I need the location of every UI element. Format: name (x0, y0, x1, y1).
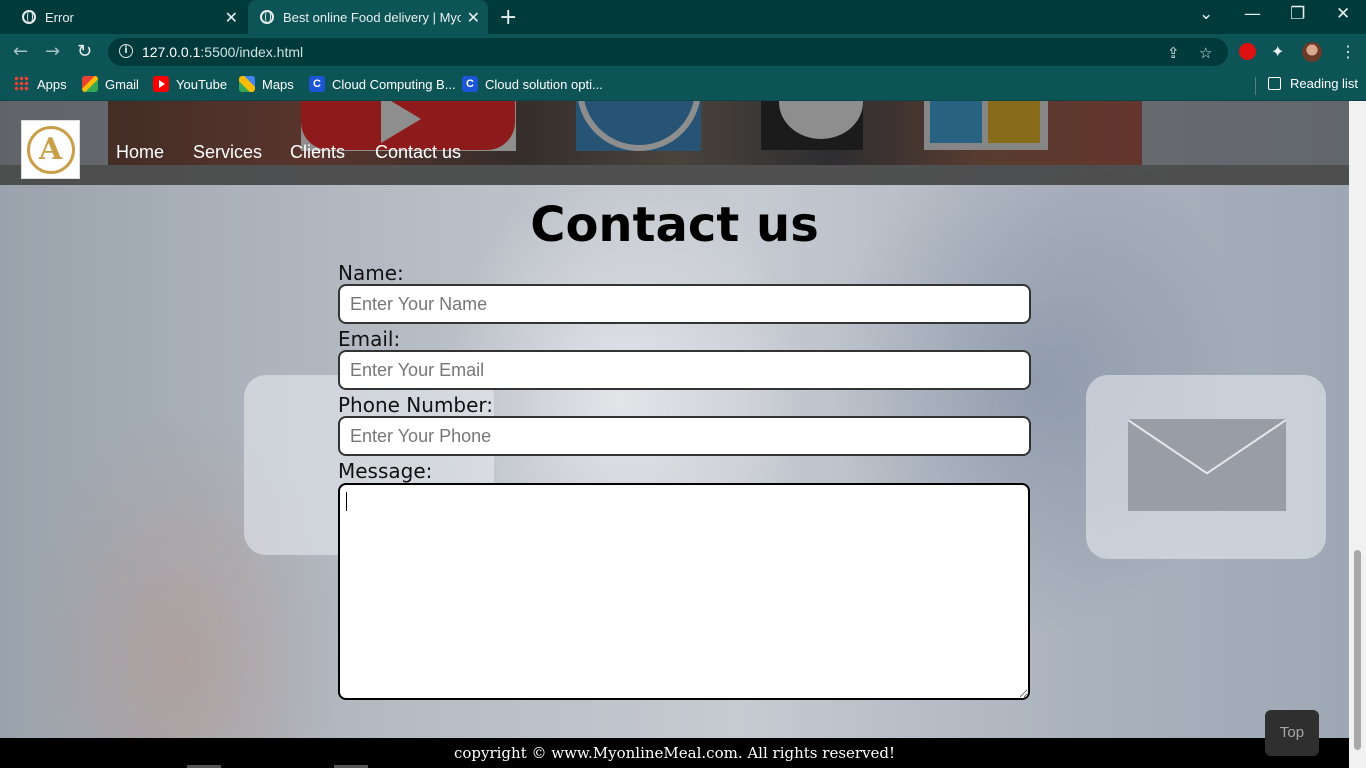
bookmark-label: Maps (262, 76, 294, 92)
name-input[interactable] (338, 284, 1031, 324)
reading-list-button[interactable]: Reading list (1268, 76, 1358, 91)
forward-icon[interactable]: → (45, 41, 60, 62)
bookmark-cloud-computing[interactable]: C Cloud Computing B... (309, 76, 456, 92)
cloud-c-icon: C (462, 76, 478, 92)
phone-label: Phone Number: (338, 393, 494, 417)
navbar-shadow (0, 165, 1349, 185)
share-icon[interactable]: ⇪ (1167, 44, 1180, 62)
close-window-icon[interactable]: ✕ (1336, 4, 1350, 24)
tab-error[interactable]: Error ✕ (8, 0, 246, 34)
email-input[interactable] (338, 350, 1031, 390)
page-scrollbar[interactable] (1349, 101, 1366, 768)
envelope-icon (1128, 419, 1286, 511)
close-tab-icon[interactable]: ✕ (467, 8, 480, 28)
reading-list-label: Reading list (1290, 76, 1358, 91)
message-label: Message: (338, 459, 433, 483)
url-text[interactable]: 127.0.0.1:5500/index.html (142, 44, 303, 60)
menu-dots-icon[interactable]: ⋮ (1340, 42, 1356, 61)
bookmark-maps[interactable]: Maps (239, 76, 294, 92)
bookmark-label: Gmail (105, 76, 139, 92)
tab-title: Best online Food delivery | Myonl (283, 9, 461, 25)
logo-a-icon: A (26, 125, 75, 174)
browser-toolbar: ← → ↻ i 127.0.0.1:5500/index.html ⇪ ☆ ✦ … (0, 34, 1366, 70)
text-cursor (346, 492, 347, 511)
reading-list-icon (1268, 77, 1281, 90)
bookmark-divider (1255, 77, 1256, 95)
gmail-icon (82, 76, 98, 92)
close-tab-icon[interactable]: ✕ (225, 8, 238, 28)
chevron-down-icon[interactable]: ⌄ (1199, 4, 1213, 24)
apps-grid-icon (14, 76, 30, 92)
back-to-top-button[interactable]: Top (1265, 710, 1319, 756)
bookmark-youtube[interactable]: YouTube (153, 76, 227, 92)
globe-icon (260, 10, 274, 24)
bookmark-gmail[interactable]: Gmail (82, 76, 139, 92)
message-textarea[interactable] (338, 483, 1030, 700)
tab-active[interactable]: Best online Food delivery | Myonl ✕ (248, 0, 488, 34)
reload-icon[interactable]: ↻ (77, 41, 92, 62)
page-viewport: A Home Services Clients Contact us Conta… (0, 101, 1349, 768)
address-bar[interactable]: i 127.0.0.1:5500/index.html ⇪ ☆ (108, 38, 1228, 66)
plus-icon[interactable]: + (499, 5, 517, 30)
bookmark-cloud-solution[interactable]: C Cloud solution opti... (462, 76, 603, 92)
nav-services[interactable]: Services (193, 142, 262, 163)
nav-contact-us[interactable]: Contact us (375, 142, 461, 163)
bookmark-label: Apps (37, 76, 67, 92)
phone-input[interactable] (338, 416, 1031, 456)
bookmark-label: Cloud Computing B... (332, 76, 456, 92)
tab-title: Error (45, 9, 74, 25)
bookmarks-bar: Apps Gmail YouTube Maps C Cloud Computin… (0, 70, 1366, 101)
star-icon[interactable]: ☆ (1199, 44, 1212, 62)
youtube-icon (153, 76, 169, 92)
nav-clients[interactable]: Clients (290, 142, 345, 163)
puzzle-extensions-icon[interactable]: ✦ (1271, 42, 1284, 61)
info-icon[interactable]: i (119, 44, 133, 58)
bookmark-apps[interactable]: Apps (14, 76, 67, 92)
page-title: Contact us (530, 197, 819, 253)
maps-icon (239, 76, 255, 92)
bookmark-label: YouTube (176, 76, 228, 92)
profile-avatar[interactable] (1302, 42, 1322, 62)
tab-strip: Error ✕ Best online Food delivery | Myon… (0, 0, 1366, 34)
bookmark-label: Cloud solution opti... (485, 76, 603, 92)
back-icon[interactable]: ← (13, 41, 28, 62)
nav-home[interactable]: Home (116, 142, 164, 163)
page-footer: copyright © www.MyonlineMeal.com. All ri… (0, 738, 1349, 768)
minimize-icon[interactable]: — (1244, 4, 1261, 24)
site-logo[interactable]: A (21, 120, 80, 179)
name-label: Name: (338, 261, 404, 285)
globe-icon (22, 10, 36, 24)
email-label: Email: (338, 327, 401, 351)
extension-stop-icon[interactable] (1239, 43, 1256, 60)
scrollbar-thumb[interactable] (1354, 550, 1361, 750)
cloud-c-icon: C (309, 76, 325, 92)
restore-icon[interactable]: ❐ (1290, 4, 1305, 24)
